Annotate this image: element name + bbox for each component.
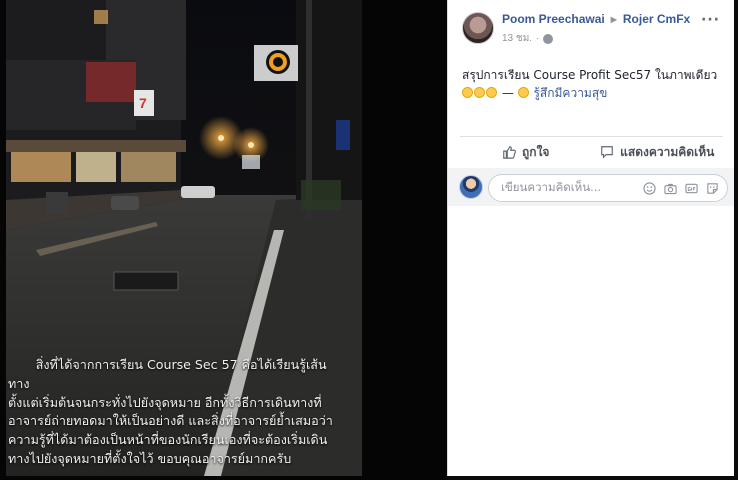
post-actions: ถูกใจ แสดงความคิดเห็น — [460, 138, 723, 166]
camera-icon[interactable] — [664, 182, 677, 195]
post-header-text: Poom Preechawai ▶ Rojer CmFx 13 ชม. · — [502, 12, 690, 46]
meta-separator: · — [536, 33, 540, 44]
smile-emoji-icon — [462, 87, 473, 98]
actions-divider-top — [460, 136, 723, 137]
comment-tools — [643, 181, 727, 195]
post-body: สรุปการเรียน Course Profit Sec57 ในภาพเด… — [462, 66, 724, 102]
photo-caption: สิ่งที่ได้จากการเรียน Course Sec 57 คือไ… — [8, 357, 333, 466]
photo-viewer: 7 สิ่งที่ได้จากการเรียน Course Sec 57 คื… — [0, 0, 738, 480]
post-text: สรุปการเรียน Course Profit Sec57 ในภาพเด… — [462, 68, 718, 82]
friends-audience-icon[interactable] — [543, 33, 554, 44]
sticker-icon[interactable] — [706, 182, 719, 195]
author-avatar[interactable] — [462, 12, 494, 44]
target-name-link[interactable]: Rojer CmFx — [623, 12, 690, 26]
happy-feeling-icon — [517, 87, 529, 98]
photo-area: 7 สิ่งที่ได้จากการเรียน Course Sec 57 คื… — [0, 0, 447, 480]
store-sign-text: 7 — [139, 95, 147, 111]
feeling-link[interactable]: รู้สึกมีความสุข — [533, 86, 607, 100]
author-name-link[interactable]: Poom Preechawai — [502, 12, 605, 26]
current-user-avatar — [459, 175, 483, 199]
post-side-panel: Poom Preechawai ▶ Rojer CmFx 13 ชม. · ··… — [447, 0, 734, 476]
like-label: ถูกใจ — [522, 144, 550, 159]
emoji-icon[interactable] — [643, 181, 656, 195]
post-header: Poom Preechawai ▶ Rojer CmFx 13 ชม. · — [462, 12, 690, 46]
like-button[interactable]: ถูกใจ — [460, 138, 592, 166]
thumbs-up-icon — [503, 146, 516, 159]
post-timestamp[interactable]: 13 ชม. — [502, 31, 532, 46]
comment-input[interactable]: เขียนความคิดเห็น... — [488, 174, 728, 202]
comment-label: แสดงความคิดเห็น — [620, 144, 715, 159]
comment-placeholder: เขียนความคิดเห็น... — [501, 180, 602, 194]
smile-emoji-icon — [474, 87, 485, 98]
author-line: Poom Preechawai ▶ Rojer CmFx — [502, 12, 690, 26]
post-feeling-line: — รู้สึกมีความสุข — [462, 84, 724, 102]
post-meta: 13 ชม. · — [502, 31, 690, 46]
more-options-button[interactable]: ··· — [701, 12, 720, 28]
feeling-dash: — — [501, 86, 514, 100]
smile-emoji-icon — [486, 87, 497, 98]
comment-icon — [601, 146, 613, 159]
comment-button[interactable]: แสดงความคิดเห็น — [592, 138, 724, 166]
gif-icon[interactable] — [685, 182, 698, 195]
arrow-right-icon: ▶ — [610, 14, 617, 24]
